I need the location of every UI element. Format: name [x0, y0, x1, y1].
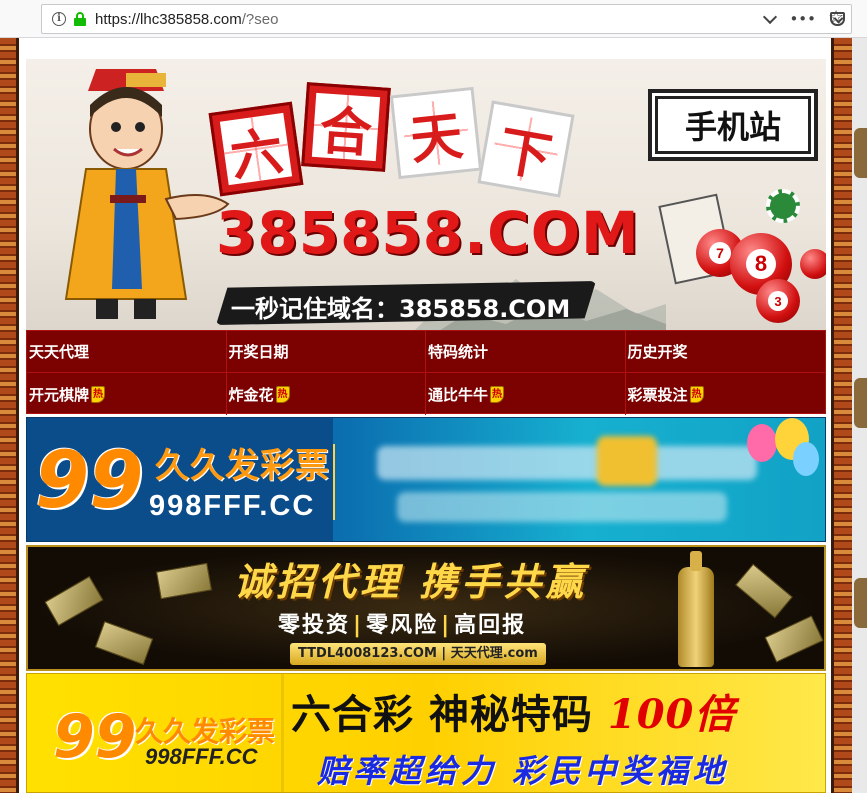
ad1-divider [333, 444, 335, 520]
ad2-title: 诚招代理 携手共赢 [234, 559, 588, 604]
hot-badge-icon: 热 [689, 385, 704, 403]
title-tile-4: 下 [477, 100, 575, 198]
balloon-icon [747, 424, 777, 462]
lock-icon[interactable] [74, 12, 86, 26]
browser-toolbar: i https://lhc385858.com/?seo ••• ☆ [0, 0, 867, 38]
nav-item-label: 开元棋牌 [29, 385, 90, 404]
blurred-text-block [377, 446, 757, 480]
nav-item-label: 通比牛牛 [428, 385, 489, 404]
left-frame-inner [16, 38, 19, 793]
nav-item-niuniu[interactable]: 通比牛牛热 [426, 373, 626, 415]
hot-badge-icon: 热 [275, 385, 290, 403]
more-icon[interactable]: ••• [789, 10, 816, 28]
bookmark-star-icon[interactable]: ☆ [828, 7, 844, 28]
lottery-balls-decoration: 7 8 3 [658, 189, 826, 329]
ad2-subtitle: 零投资 | 零风险 | 高回报 [278, 613, 527, 638]
money-bill-icon [44, 575, 104, 627]
mobile-site-button[interactable]: 手机站 [648, 89, 818, 161]
blurred-highlight-block [597, 436, 657, 486]
money-bill-icon [735, 563, 793, 619]
nav-item-label: 特码统计 [428, 343, 489, 361]
right-frame-border [834, 38, 852, 793]
left-frame-border [0, 38, 16, 793]
ad2-url-badge: TTDL4008123.COM | 天天代理.com [290, 643, 546, 665]
balloon-icon [793, 442, 819, 476]
slogan-text: 一秒记住域名：385858.COM [231, 295, 571, 323]
nav-item-daily-agent[interactable]: 天天代理 [27, 331, 227, 373]
ad3-domain: 998FFF.CC [145, 744, 258, 769]
ad1-domain: 998FFF.CC [149, 490, 316, 522]
lottery-ball [800, 249, 826, 279]
title-tile-1: 六 [208, 101, 304, 197]
nav-item-label: 历史开奖 [627, 343, 688, 361]
info-icon[interactable]: i [52, 12, 66, 26]
url-path: /?seo [241, 10, 279, 28]
nav-item-lottery-betting[interactable]: 彩票投注热 [626, 373, 826, 415]
ad3-divider [281, 674, 284, 792]
poker-chip-icon [766, 189, 800, 223]
nav-item-special-stats[interactable]: 特码统计 [426, 331, 626, 373]
ad-banner-jiujiufa[interactable]: 99 久久发彩票 998FFF.CC [26, 417, 826, 542]
ad1-brand: 久久发彩票 [155, 446, 330, 486]
ad-banner-liuhecai[interactable]: 99 久久发彩票 998FFF.CC 六合彩 神秘特码 100倍 赔率超给力 彩… [26, 673, 826, 793]
title-tile-2: 合 [301, 82, 391, 172]
url-host: https://lhc385858.com [95, 10, 242, 28]
logo-99-icon: 99 [35, 436, 144, 526]
nav-item-label: 天天代理 [29, 343, 90, 361]
ad-banner-agent-recruit[interactable]: 诚招代理 携手共赢 零投资 | 零风险 | 高回报 TTDL4008123.COM | … [26, 545, 826, 671]
address-bar[interactable]: i https://lhc385858.com/?seo ••• [41, 4, 852, 34]
blurred-text-block [397, 492, 727, 522]
money-bill-icon [764, 615, 824, 663]
right-frame-inner [831, 38, 834, 793]
chevron-down-icon[interactable] [763, 9, 778, 24]
nav-item-label: 彩票投注 [627, 385, 688, 404]
main-nav-grid: 天天代理 开奖日期 特码统计 历史开奖 开元棋牌热 炸金花热 通比牛牛热 彩票投… [26, 330, 826, 415]
ad3-title: 六合彩 神秘特码 100倍 [291, 691, 736, 738]
hot-badge-icon: 热 [490, 385, 505, 403]
site-domain-title: 385858.COM [216, 199, 640, 267]
nav-item-kaiyuan-chess[interactable]: 开元棋牌热 [27, 373, 227, 415]
money-bill-icon [94, 620, 154, 666]
champagne-bottle-icon [678, 551, 714, 667]
right-edge-strip [852, 38, 867, 793]
nav-item-zhajinhua[interactable]: 炸金花热 [227, 373, 426, 415]
logo-99-icon: 99 [53, 702, 137, 772]
url-text[interactable]: https://lhc385858.com/?seo [95, 11, 278, 28]
ad3-subtitle: 赔率超给力 彩民中奖福地 [317, 752, 729, 790]
nav-item-history[interactable]: 历史开奖 [625, 331, 825, 373]
header-banner: 六 合 天 下 385858.COM 一秒记住域名：385858.COM 手机站… [26, 59, 826, 330]
nav-item-label: 开奖日期 [228, 343, 289, 361]
nav-item-label: 炸金花 [228, 385, 274, 404]
hot-badge-icon: 热 [91, 385, 106, 403]
lottery-ball: 3 [756, 279, 800, 323]
money-bill-icon [155, 562, 213, 600]
nav-item-draw-date[interactable]: 开奖日期 [226, 331, 426, 373]
title-tile-3: 天 [389, 86, 483, 180]
